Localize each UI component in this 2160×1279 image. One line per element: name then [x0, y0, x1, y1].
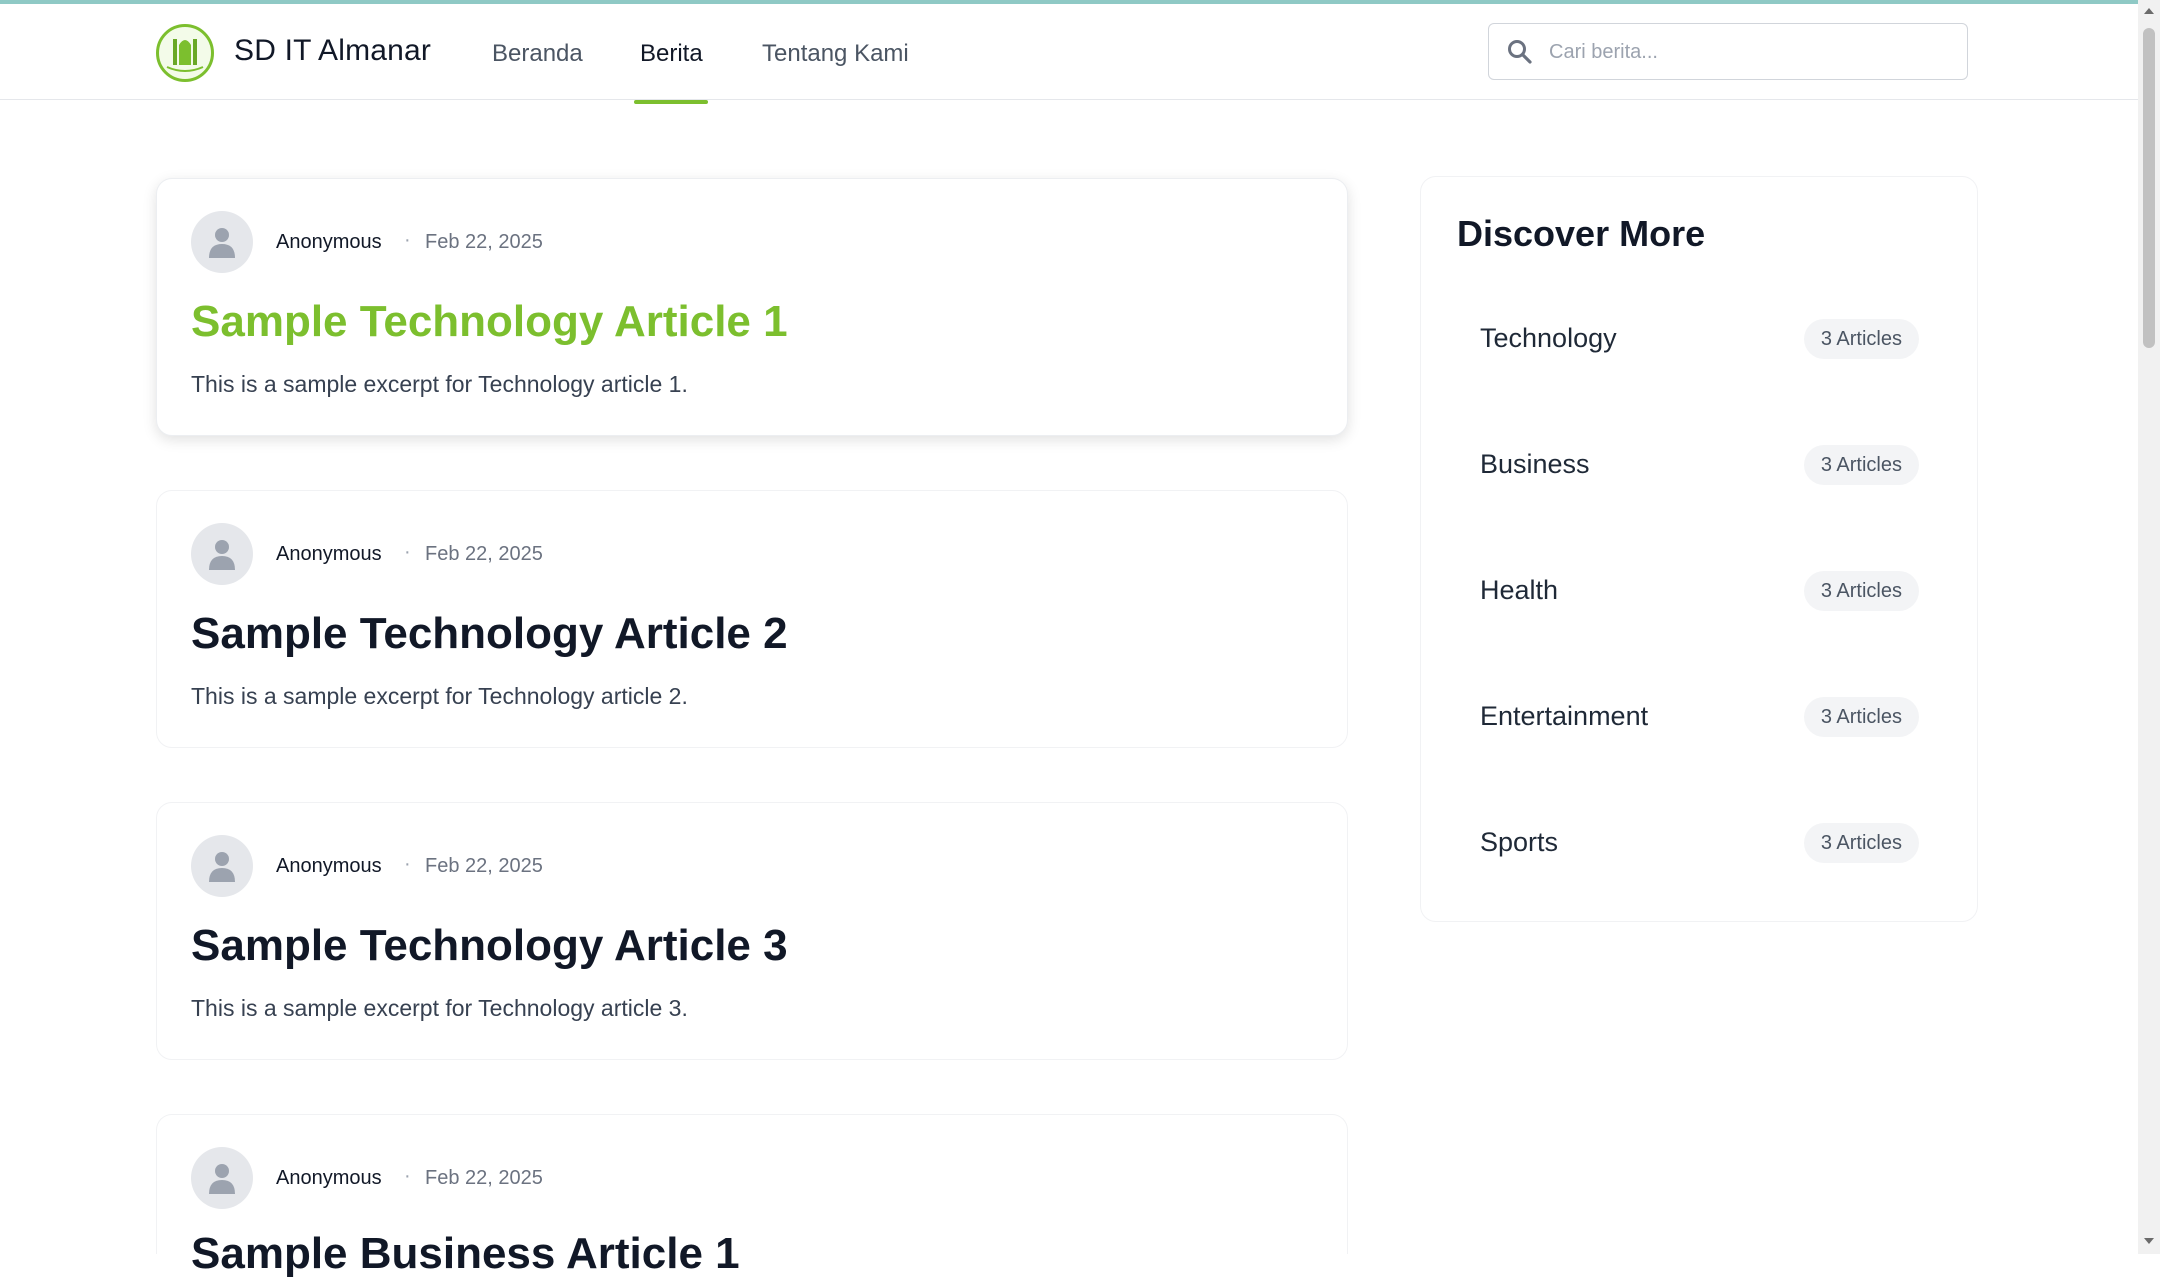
- author-avatar: [191, 211, 253, 273]
- user-icon: [209, 852, 235, 882]
- active-nav-indicator: [634, 100, 708, 104]
- article-date: Feb 22, 2025: [425, 855, 543, 877]
- category-name: Entertainment: [1480, 701, 1649, 731]
- scroll-up-icon[interactable]: [2144, 8, 2154, 14]
- search-input[interactable]: [1549, 34, 1949, 70]
- article-author: Anonymous: [276, 855, 382, 877]
- article-count-badge: 3 Articles: [1803, 445, 1919, 485]
- article-excerpt: This is a sample excerpt for Technology …: [191, 371, 688, 397]
- brand-name[interactable]: SD IT Almanar: [234, 34, 431, 68]
- article-date: Feb 22, 2025: [425, 231, 543, 253]
- category-name: Business: [1480, 449, 1590, 479]
- author-avatar: [191, 1147, 253, 1209]
- user-icon: [209, 540, 235, 570]
- user-icon: [209, 228, 235, 258]
- article-date: Feb 22, 2025: [425, 543, 543, 565]
- article-date: Feb 22, 2025: [425, 1167, 543, 1189]
- category-name: Sports: [1480, 827, 1559, 857]
- discover-more-panel: Discover More Technology 3 Articles Busi…: [1420, 176, 1978, 922]
- article-author: Anonymous: [276, 543, 382, 565]
- article-card[interactable]: Anonymous · Feb 22, 2025 Sample Business…: [156, 1114, 1348, 1278]
- author-avatar: [191, 835, 253, 897]
- article-count-badge: 3 Articles: [1803, 697, 1919, 737]
- article-card[interactable]: Anonymous · Feb 22, 2025 Sample Technolo…: [156, 178, 1348, 436]
- meta-separator: ·: [404, 541, 411, 563]
- page-scrollbar[interactable]: [2138, 0, 2160, 1254]
- meta-separator: ·: [404, 1165, 411, 1187]
- mosque-logo-icon: [166, 39, 204, 72]
- navbar: SD IT Almanar Beranda Berita Tentang Kam…: [0, 4, 2138, 104]
- article-author: Anonymous: [276, 1167, 382, 1189]
- author-avatar: [191, 523, 253, 585]
- scrollbar-thumb[interactable]: [2143, 28, 2155, 348]
- nav-beranda[interactable]: Beranda: [492, 40, 583, 68]
- article-title[interactable]: Sample Business Article 1: [191, 1229, 740, 1279]
- category-item-business[interactable]: Business 3 Articles: [1457, 433, 1943, 495]
- category-name: Health: [1480, 575, 1559, 605]
- nav-tentang-kami[interactable]: Tentang Kami: [762, 40, 909, 68]
- article-card[interactable]: Anonymous · Feb 22, 2025 Sample Technolo…: [156, 802, 1348, 1060]
- article-count-badge: 3 Articles: [1803, 319, 1919, 359]
- article-title[interactable]: Sample Technology Article 3: [191, 921, 788, 971]
- scroll-down-icon[interactable]: [2144, 1238, 2154, 1244]
- sidebar-title: Discover More: [1457, 213, 1706, 254]
- article-count-badge: 3 Articles: [1803, 823, 1919, 863]
- category-name: Technology: [1480, 323, 1617, 353]
- article-title[interactable]: Sample Technology Article 2: [191, 609, 788, 659]
- nav-berita[interactable]: Berita: [640, 40, 703, 68]
- search-icon: [1507, 39, 1533, 70]
- user-icon: [209, 1164, 235, 1194]
- article-author: Anonymous: [276, 231, 382, 253]
- article-excerpt: This is a sample excerpt for Technology …: [191, 995, 688, 1021]
- category-item-sports[interactable]: Sports 3 Articles: [1457, 811, 1943, 873]
- meta-separator: ·: [404, 853, 411, 875]
- article-excerpt: This is a sample excerpt for Technology …: [191, 683, 688, 709]
- search-box[interactable]: [1488, 23, 1968, 80]
- school-logo[interactable]: [156, 24, 214, 82]
- category-item-technology[interactable]: Technology 3 Articles: [1457, 307, 1943, 369]
- category-item-entertainment[interactable]: Entertainment 3 Articles: [1457, 685, 1943, 747]
- article-card[interactable]: Anonymous · Feb 22, 2025 Sample Technolo…: [156, 490, 1348, 748]
- article-count-badge: 3 Articles: [1803, 571, 1919, 611]
- category-item-health[interactable]: Health 3 Articles: [1457, 559, 1943, 621]
- article-title[interactable]: Sample Technology Article 1: [191, 297, 788, 347]
- meta-separator: ·: [404, 229, 411, 251]
